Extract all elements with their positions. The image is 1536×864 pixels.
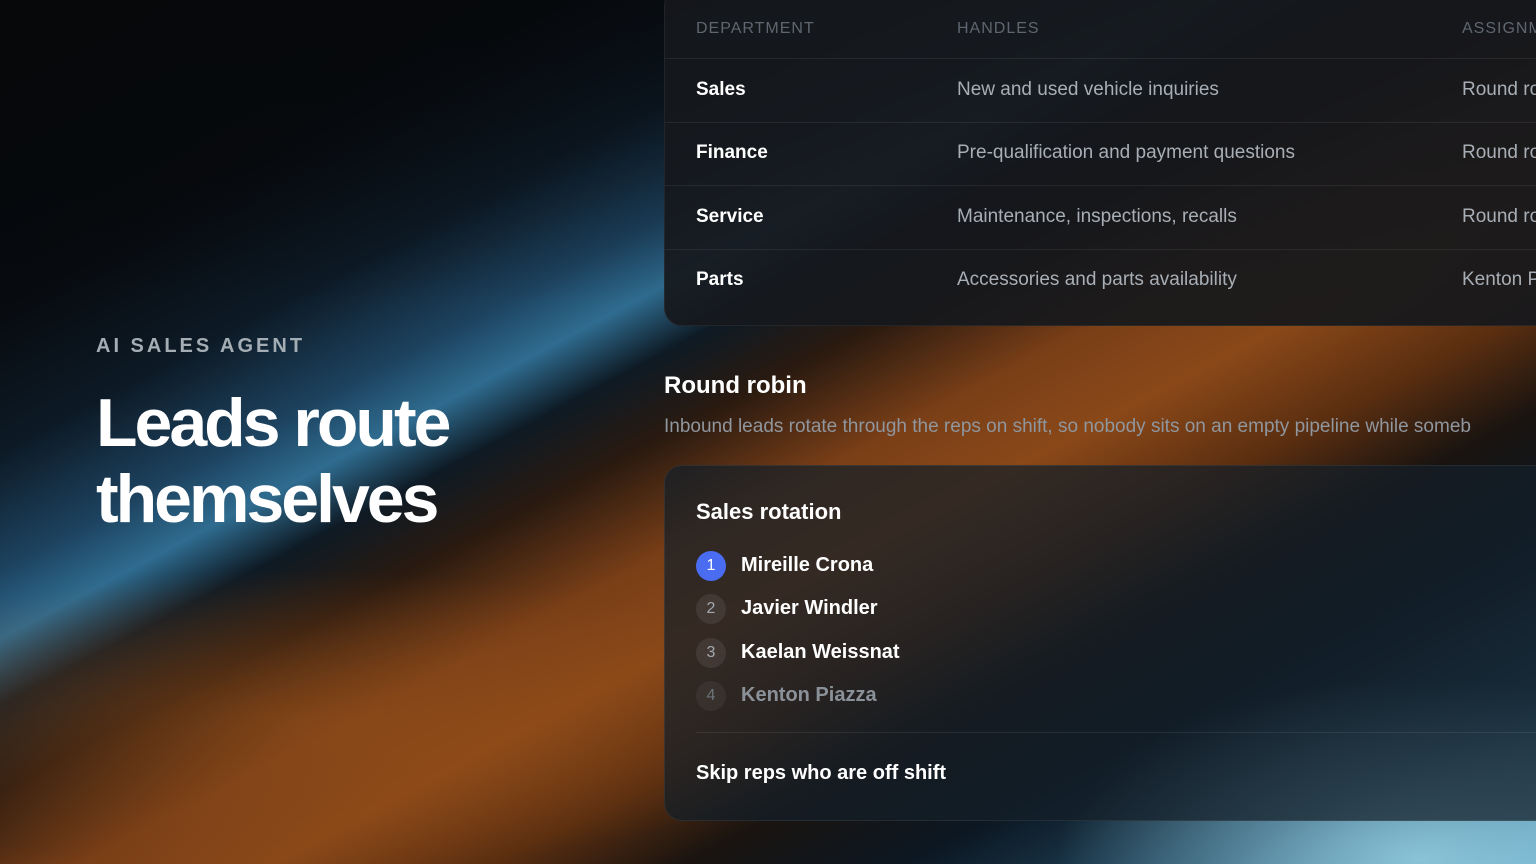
handles-cell: Accessories and parts availability <box>957 269 1237 290</box>
department-table: DEPARTMENT HANDLES ASSIGNM Sales New and… <box>664 0 1536 326</box>
column-header-assignment: ASSIGNM <box>1462 20 1536 37</box>
rep-name: Kenton Piazza <box>741 684 877 706</box>
handles-cell: Pre-qualification and payment questions <box>957 142 1295 163</box>
rep-order-badge: 4 <box>696 681 726 711</box>
table-row[interactable]: Finance Pre-qualification and payment qu… <box>665 122 1536 186</box>
eyebrow-label: AI SALES AGENT <box>96 335 306 357</box>
handles-cell: New and used vehicle inquiries <box>957 79 1219 100</box>
department-cell: Service <box>696 206 764 227</box>
column-header-handles: HANDLES <box>957 20 1040 37</box>
rep-name: Mireille Crona <box>741 554 874 576</box>
rep-order-badge: 1 <box>696 551 726 581</box>
rep-name: Javier Windler <box>741 597 878 619</box>
assignment-cell: Round ro <box>1462 142 1536 163</box>
round-robin-title: Round robin <box>664 372 807 399</box>
skip-off-shift-option[interactable]: Skip reps who are off shift <box>696 762 946 785</box>
table-row[interactable]: Service Maintenance, inspections, recall… <box>665 186 1536 250</box>
rep-name: Kaelan Weissnat <box>741 641 900 663</box>
department-cell: Finance <box>696 142 768 163</box>
rep-order-badge: 3 <box>696 638 726 668</box>
assignment-cell: Kenton P <box>1462 269 1536 290</box>
assignment-cell: Round ro <box>1462 206 1536 227</box>
rep-order-badge: 2 <box>696 594 726 624</box>
table-row[interactable]: Sales New and used vehicle inquiries Rou… <box>665 59 1536 123</box>
rotation-divider <box>696 732 1536 733</box>
headline-line-1: Leads route <box>96 385 451 461</box>
department-cell: Sales <box>696 79 746 100</box>
column-header-department: DEPARTMENT <box>696 20 815 37</box>
hero-headline: Leads route themselves <box>96 385 451 537</box>
page-background: AI SALES AGENT Leads route themselves DE… <box>0 0 1536 864</box>
table-header: DEPARTMENT HANDLES ASSIGNM <box>665 1 1536 59</box>
department-cell: Parts <box>696 269 744 290</box>
round-robin-description: Inbound leads rotate through the reps on… <box>664 416 1471 437</box>
sales-rotation-card: Sales rotation 1 Mireille Crona 2 Javier… <box>664 465 1536 821</box>
assignment-cell: Round ro <box>1462 79 1536 100</box>
headline-line-2: themselves <box>96 461 439 537</box>
rotation-title: Sales rotation <box>696 499 842 524</box>
table-row[interactable]: Parts Accessories and parts availability… <box>665 249 1536 312</box>
handles-cell: Maintenance, inspections, recalls <box>957 206 1237 227</box>
